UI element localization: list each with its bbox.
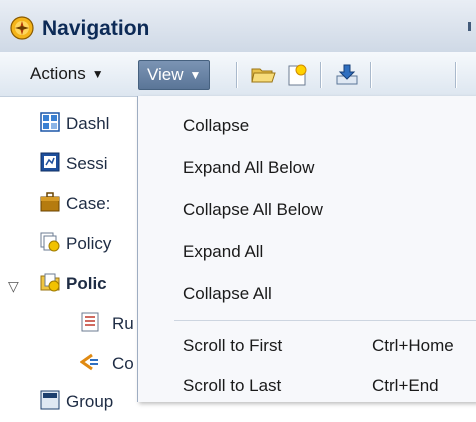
tree-item-label: Polic [66,274,107,293]
toolbar-divider [370,62,372,88]
menu-item-shortcut: Ctrl+End [372,376,439,395]
group-icon [40,390,60,410]
rules-icon [81,312,99,332]
view-dropdown-menu: Collapse Expand All Below Collapse All B… [137,96,476,402]
navigation-toolbar: Actions ▼ View ▼ [0,52,476,97]
tree-item-label: Ru [112,314,134,333]
menu-item-label: Scroll to First [183,336,283,355]
open-folder-icon[interactable] [250,63,276,87]
tree-item-label: Sessi [66,154,108,173]
menu-item-expand-all-below[interactable]: Expand All Below [138,148,476,188]
actions-menu-label: Actions [30,64,86,83]
tree-item-label: Dashl [66,114,110,133]
tree-item-label: Co [112,354,134,373]
case-icon [40,192,60,212]
menu-item-label: Collapse All Below [183,200,323,219]
menu-separator [174,320,476,321]
menu-item-label: Collapse [183,116,250,135]
session-icon [40,152,60,172]
menu-item-collapse[interactable]: Collapse [138,106,476,146]
collapse-toggle-icon[interactable]: ▽ [8,278,19,295]
menu-item-expand-all[interactable]: Expand All [138,232,476,272]
view-menu-button[interactable]: View ▼ [138,60,211,90]
menu-item-label: Collapse All [183,284,272,303]
menu-item-scroll-to-last[interactable]: Scroll to Last Ctrl+End [138,366,476,406]
panel-title: Navigation [42,17,150,40]
actions-menu-button[interactable]: Actions ▼ [24,60,110,88]
toolbar-divider [320,62,322,88]
policy-icon [40,232,60,252]
menu-item-label: Expand All Below [183,158,315,177]
navigation-logo-icon [10,16,34,40]
view-menu-label: View [147,65,184,84]
conditions-icon [80,353,98,371]
tree-item-label: Group [66,392,114,411]
download-icon[interactable] [334,63,360,87]
chevron-down-icon: ▼ [91,67,104,81]
tree-item-label: Case: [66,194,111,213]
policy-folder-icon [40,273,60,292]
navigation-header: Navigation [0,0,476,53]
new-item-icon[interactable] [284,63,310,87]
menu-item-label: Scroll to Last [183,376,282,395]
navigation-panel: Navigation Actions ▼ View ▼ Dashl Sessi … [0,0,476,411]
splitter-handle[interactable] [468,22,471,31]
dashboard-icon [40,112,60,132]
chevron-down-icon: ▼ [189,68,202,82]
menu-item-label: Expand All [183,242,264,261]
toolbar-divider [236,62,238,88]
toolbar-divider [455,62,457,88]
menu-item-scroll-to-first[interactable]: Scroll to First Ctrl+Home [138,326,476,366]
menu-item-collapse-all-below[interactable]: Collapse All Below [138,190,476,230]
tree-item-label: Policy [66,234,112,253]
menu-item-shortcut: Ctrl+Home [372,336,454,355]
menu-item-collapse-all[interactable]: Collapse All [138,274,476,314]
